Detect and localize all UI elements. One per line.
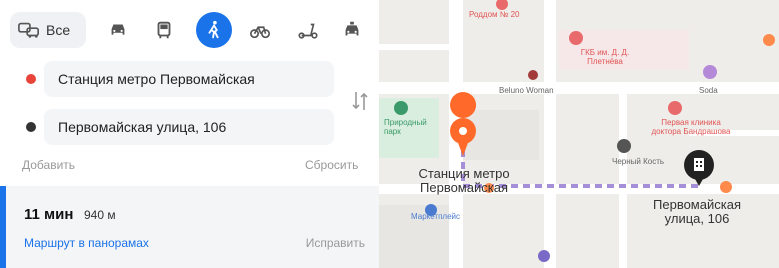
taxi-icon <box>345 21 359 36</box>
transport-mode-bar: Все <box>0 10 379 54</box>
route-result-card[interactable]: 11 мин 940 м Маршрут в панорамах Исправи… <box>0 186 379 268</box>
bicycle-icon <box>250 26 270 39</box>
scooter-icon <box>298 23 318 39</box>
poi-label: Beluno Woman <box>499 86 554 95</box>
mode-all-button[interactable]: Все <box>10 12 86 48</box>
add-point-link[interactable]: Добавить <box>22 158 75 172</box>
panorama-route-link[interactable]: Маршрут в панорамах <box>24 236 149 250</box>
selected-route-indicator <box>0 186 6 268</box>
end-point-marker <box>26 122 36 132</box>
end-point-map-label: Первомайская улица, 106 <box>653 197 741 226</box>
mode-scooter-button[interactable] <box>290 12 326 48</box>
bus-icon <box>157 21 171 39</box>
mode-bicycle-button[interactable] <box>242 12 278 48</box>
pedestrian-icon <box>208 20 219 39</box>
route-duration: 11 мин <box>24 206 74 223</box>
mode-transit-button[interactable] <box>146 12 182 48</box>
start-point-marker <box>26 74 36 84</box>
poi-label: ГКБ им. Д. Д. Плетнёва <box>580 48 630 66</box>
poi-label: Маркетплейс <box>411 212 461 221</box>
start-point-map-label: Станция метро Первомайская <box>418 166 510 195</box>
map-view[interactable]: Роддом № 20 ГКБ им. Д. Д. Плетнёва Belun… <box>379 0 779 268</box>
mode-car-button[interactable] <box>100 12 136 48</box>
poi-label: Черный Кость <box>612 157 665 166</box>
mode-all-label: Все <box>46 22 71 38</box>
mode-taxi-button[interactable] <box>334 12 370 48</box>
swap-points-icon[interactable] <box>348 88 372 114</box>
mode-pedestrian-button[interactable] <box>196 12 232 48</box>
fix-route-link[interactable]: Исправить <box>306 236 365 250</box>
poi-label: Природный парк <box>384 118 427 136</box>
all-modes-icon <box>18 22 39 38</box>
route-panel: Все Станция метро Первомайская Первомайс… <box>0 0 379 268</box>
route-from-field[interactable]: Станция метро Первомайская <box>44 61 334 97</box>
route-distance: 940 м <box>84 208 116 222</box>
poi-label: Первая клиника доктора Бандрашова <box>651 118 731 136</box>
reset-route-link[interactable]: Сбросить <box>305 158 358 172</box>
route-to-field[interactable]: Первомайская улица, 106 <box>44 109 334 145</box>
poi-label: Soda <box>699 86 718 95</box>
poi-label: Роддом № 20 <box>469 10 520 19</box>
car-icon <box>111 24 125 35</box>
